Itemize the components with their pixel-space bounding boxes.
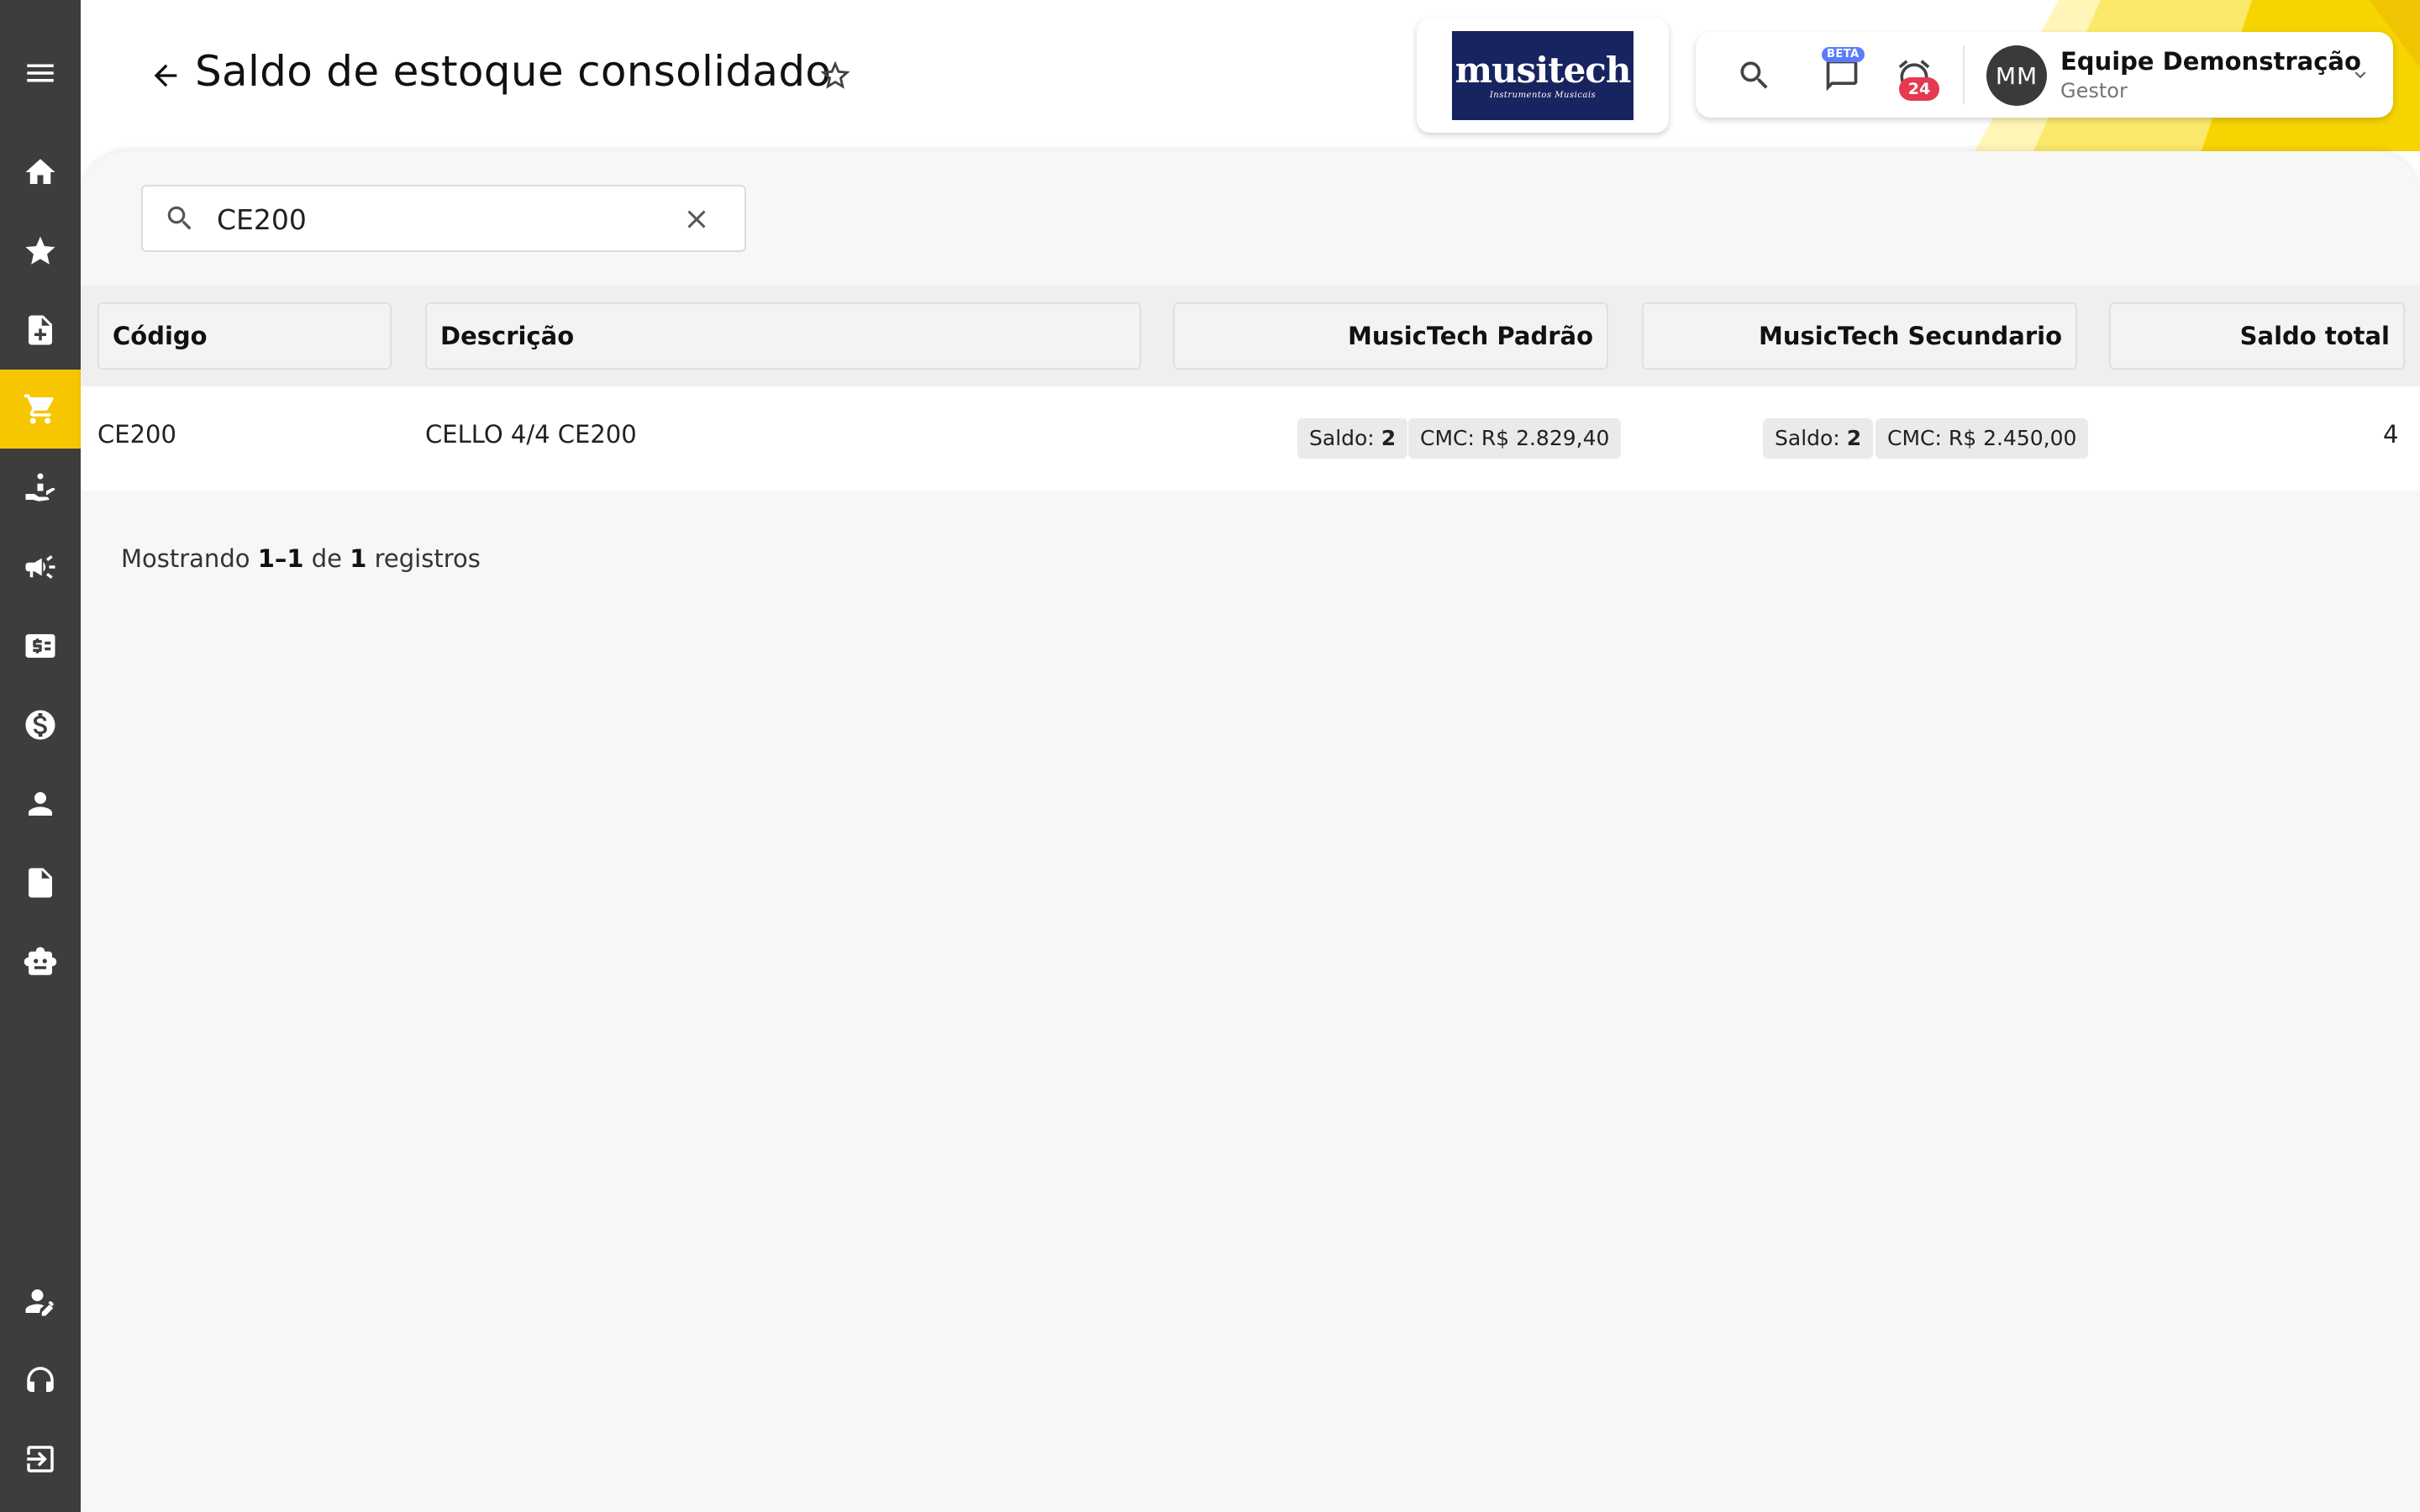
summary-total: 1 (350, 544, 367, 573)
search-icon (1740, 61, 1768, 89)
search-field (141, 185, 746, 252)
headset-icon (27, 1367, 54, 1392)
notification-count-badge: 24 (1899, 77, 1939, 101)
arrow-back-icon (154, 64, 177, 87)
column-header-codigo[interactable]: Código (97, 302, 392, 370)
saldo-label: Saldo: (1309, 426, 1375, 450)
sidebar-item-home[interactable] (0, 133, 81, 212)
sidebar-item-logout[interactable] (0, 1420, 81, 1499)
cmc-chip-padrao: CMC: R$ 2.829,40 (1408, 418, 1622, 459)
beta-badge: BETA (1822, 47, 1865, 62)
logo-name: musitech (1455, 49, 1632, 91)
robot-icon (24, 947, 57, 975)
file-icon (29, 868, 52, 898)
saldo-chip-padrao: Saldo: 2 (1297, 418, 1408, 459)
summary-suffix: registros (374, 544, 481, 573)
note-add-icon (29, 315, 52, 345)
search-icon (163, 202, 197, 235)
cart-icon (24, 394, 54, 424)
saldo-chip-secundario: Saldo: 2 (1763, 418, 1874, 459)
summary-prefix: Mostrando (121, 544, 250, 573)
avatar[interactable]: MM (1986, 45, 2047, 106)
user-name[interactable]: Equipe Demonstração (2060, 47, 2361, 76)
search-input[interactable] (217, 197, 637, 242)
summary-range: 1–1 (257, 544, 304, 573)
sidebar-item-finance[interactable] (0, 685, 81, 764)
summary-of: de (311, 544, 343, 573)
column-header-saldo-total[interactable]: Saldo total (2109, 302, 2405, 370)
home-icon (25, 159, 55, 184)
sidebar-item-reports[interactable] (0, 843, 81, 922)
chat-icon (1826, 60, 1858, 92)
sidebar-item-support[interactable] (0, 1341, 81, 1420)
sidebar-item-new-document[interactable] (0, 291, 81, 370)
global-search-button[interactable] (1731, 52, 1778, 99)
sidebar-item-profile-edit[interactable] (0, 1262, 81, 1341)
sidebar-item-people[interactable] (0, 764, 81, 843)
back-button[interactable] (145, 57, 187, 94)
column-header-musictech-padrao[interactable]: MusicTech Padrão (1173, 302, 1608, 370)
cmc-chip-secundario: CMC: R$ 2.450,00 (1876, 418, 2089, 459)
sidebar-item-favorites[interactable] (0, 212, 81, 291)
saldo-value: 2 (1381, 426, 1397, 450)
megaphone-icon (25, 555, 55, 579)
logout-icon (27, 1446, 54, 1473)
table-row[interactable]: CE200 CELLO 4/4 CE200 Saldo: 2 CMC: R$ 2… (81, 386, 2420, 491)
hand-icon (25, 473, 55, 501)
favorite-button[interactable] (815, 55, 855, 96)
cell-descricao: CELLO 4/4 CE200 (425, 420, 637, 449)
chevron-down-icon (2354, 71, 2366, 79)
person-icon (29, 792, 52, 816)
star-outline-icon (820, 60, 850, 89)
saldo-label: Saldo: (1775, 426, 1840, 450)
sidebar-item-services[interactable] (0, 449, 81, 528)
pagination-summary: Mostrando 1–1 de 1 registros (121, 544, 481, 573)
page-title: Saldo de estoque consolidado (195, 47, 832, 96)
sidebar-item-shopping[interactable] (0, 370, 81, 449)
user-role: Gestor (2060, 79, 2128, 102)
cell-saldo-total: 4 (2383, 420, 2399, 449)
star-icon (25, 236, 55, 265)
column-header-musictech-secundario[interactable]: MusicTech Secundario (1642, 302, 2077, 370)
sidebar-item-billing[interactable] (0, 606, 81, 685)
sidebar-item-menu[interactable] (0, 34, 81, 113)
company-logo-card: musitech Instrumentos Musicais (1417, 18, 1669, 133)
sidebar (0, 0, 81, 1512)
main-content: Código Descrição MusicTech Padrão MusicT… (81, 151, 2420, 1512)
table-header: Código Descrição MusicTech Padrão MusicT… (81, 286, 2420, 386)
menu-icon (27, 64, 54, 82)
column-header-descricao[interactable]: Descrição (425, 302, 1141, 370)
money-card-icon (25, 634, 55, 658)
sidebar-item-automation[interactable] (0, 922, 81, 1001)
toolbar-divider (1963, 45, 1965, 104)
logo-subtitle: Instrumentos Musicais (1489, 90, 1597, 100)
saldo-value: 2 (1846, 426, 1862, 450)
toolbar: BETA 24 MM Equipe Demonstração Gestor (1696, 32, 2393, 118)
dollar-icon (25, 710, 55, 740)
sidebar-item-marketing[interactable] (0, 528, 81, 606)
cell-codigo: CE200 (97, 420, 176, 449)
company-logo: musitech Instrumentos Musicais (1452, 31, 1634, 120)
clear-search-button[interactable] (679, 202, 714, 237)
user-menu-toggle[interactable] (2346, 60, 2375, 89)
close-icon (687, 210, 706, 228)
person-edit-icon (25, 1289, 54, 1316)
